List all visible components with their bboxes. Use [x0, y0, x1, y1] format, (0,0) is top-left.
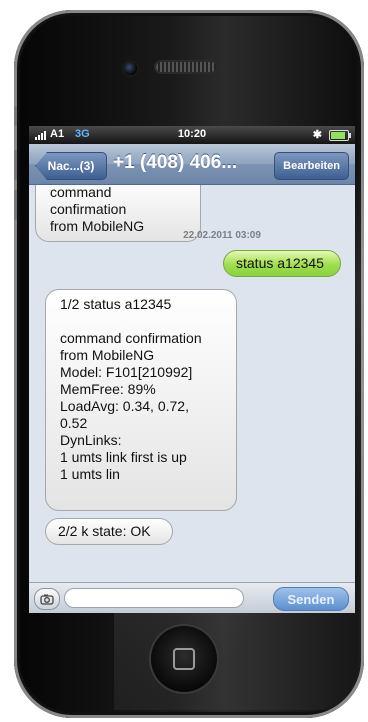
message-line: 2/2 k state: OK — [58, 523, 151, 539]
edit-button[interactable]: Bearbeiten — [274, 152, 349, 180]
back-to-messages-button[interactable]: Nac...(3) — [35, 152, 107, 180]
camera-button[interactable] — [34, 588, 60, 610]
message-line: Model: F101[210992] — [60, 364, 193, 380]
message-line: LoadAvg: 0.34, 0.72, — [60, 398, 189, 414]
message-line: 0.52 — [60, 415, 88, 431]
message-timestamp: 22.02.2011 03:09 — [183, 230, 261, 241]
home-square-icon — [173, 648, 195, 670]
status-time: 10:20 — [177, 128, 207, 140]
volume-up-button — [14, 150, 17, 180]
front-camera-icon — [124, 62, 137, 75]
status-bar: A1 3G 10:20 ✱ — [29, 126, 355, 144]
screen: A1 3G 10:20 ✱ Nac...(3) +1 (408) 406... … — [29, 126, 355, 613]
bluetooth-icon: ✱ — [312, 129, 322, 141]
mute-switch — [14, 106, 17, 126]
compose-bar: Senden — [29, 582, 355, 613]
message-line: DynLinks: — [60, 432, 122, 448]
message-thread[interactable]: command confirmation from MobileNG 22.02… — [29, 185, 355, 566]
earpiece-speaker — [156, 62, 216, 72]
message-line: MemFree: 89% — [60, 381, 156, 397]
message-line: command confirmation — [60, 330, 202, 346]
message-line: 1/2 status a12345 — [60, 296, 172, 312]
navigation-bar: Nac...(3) +1 (408) 406... Bearbeiten — [29, 144, 355, 185]
message-line: command confirmation — [50, 185, 127, 217]
message-line: 1 umts lin — [60, 466, 120, 482]
message-line: from MobileNG — [60, 347, 155, 363]
home-button[interactable] — [151, 626, 217, 692]
message-bubble-outgoing[interactable]: status a12345 — [223, 250, 341, 277]
volume-down-button — [14, 190, 17, 220]
message-bubble-incoming[interactable]: 2/2 k state: OK — [45, 518, 173, 545]
message-input[interactable] — [64, 588, 244, 608]
conversation-title: +1 (408) 406... — [113, 152, 238, 173]
message-line: 1 umts link first is up — [60, 449, 187, 465]
message-line: status a12345 — [236, 255, 324, 271]
message-bubble-incoming[interactable]: 1/2 status a12345 command confirmation f… — [45, 289, 237, 511]
battery-icon — [329, 130, 351, 141]
message-line — [60, 313, 224, 330]
camera-icon — [40, 594, 54, 605]
send-button[interactable]: Senden — [273, 587, 349, 611]
